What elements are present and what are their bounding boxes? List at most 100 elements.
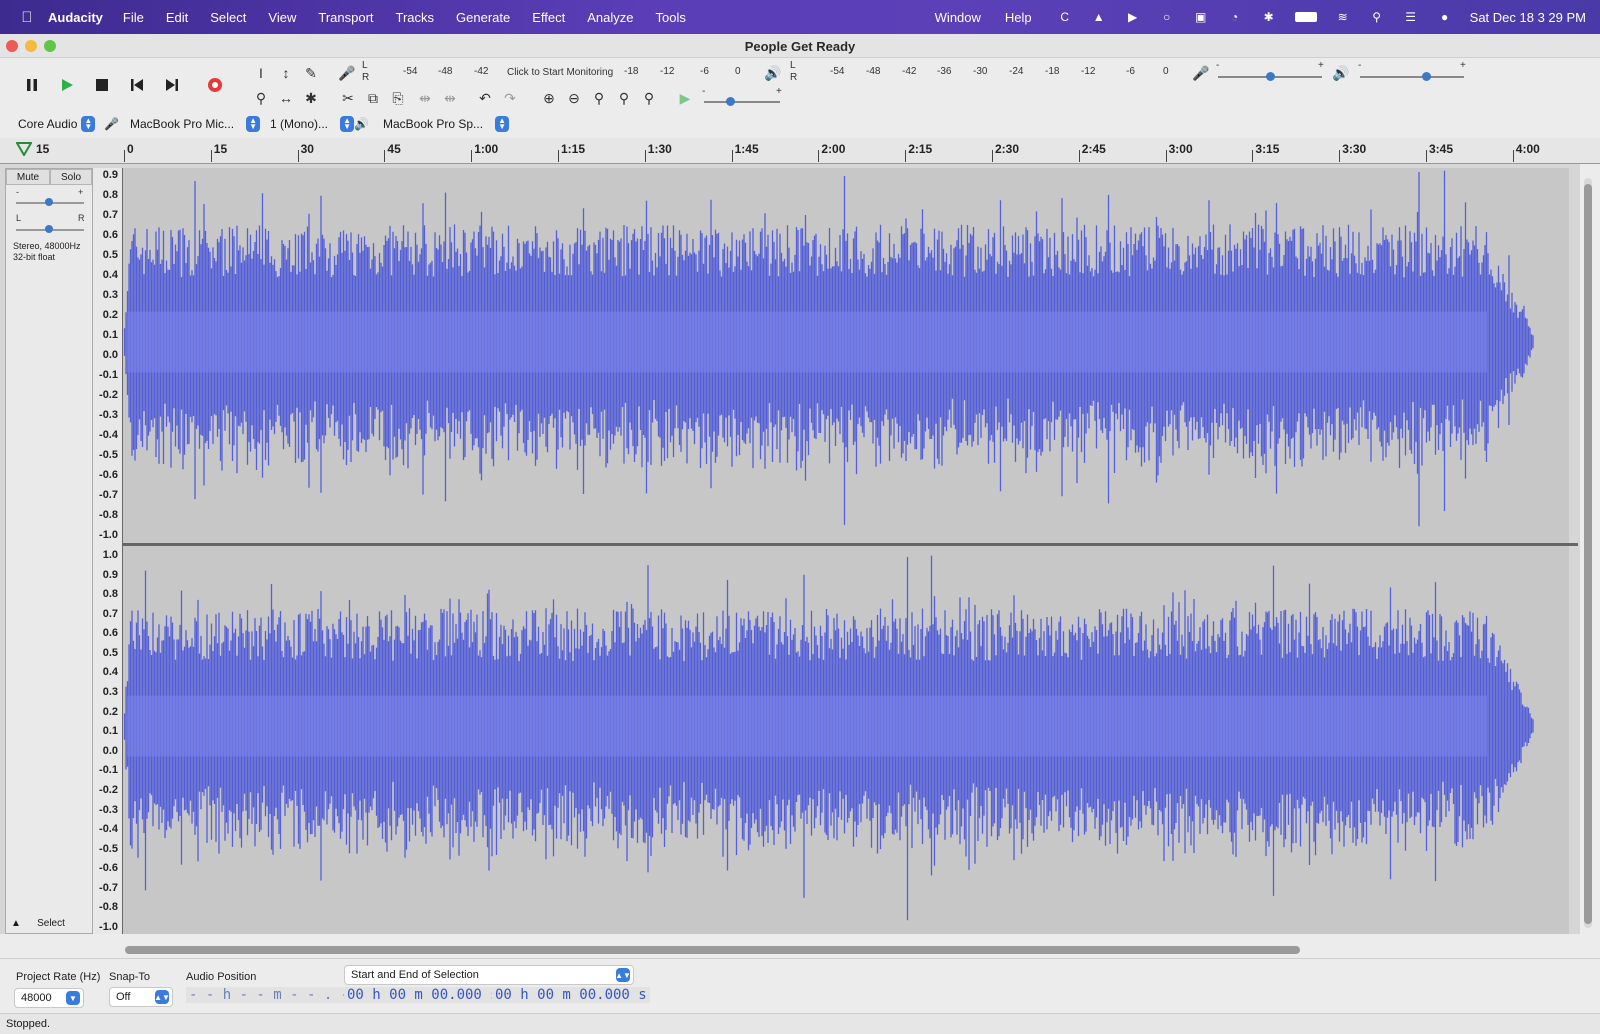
snap-to-select[interactable]: Off ▲▼ <box>109 987 173 1007</box>
play-button[interactable] <box>51 69 83 101</box>
selection-start-timecode[interactable]: 00 h 00 m 00.000 s <box>344 987 502 1003</box>
playback-volume-slider[interactable] <box>1360 76 1464 78</box>
collapse-track-icon[interactable]: ▲ <box>6 915 26 931</box>
search-icon[interactable]: ⚲ <box>1368 10 1386 24</box>
stop-button[interactable] <box>86 69 118 101</box>
timeline-ruler[interactable]: 15 0 15 30 45 1:00 1:15 1:30 1:45 2:00 2:15 2:30 2:… <box>0 138 1600 164</box>
menu-tracks[interactable]: Tracks <box>396 10 435 25</box>
gain-thumb[interactable] <box>45 198 53 206</box>
menu-analyze[interactable]: Analyze <box>587 10 633 25</box>
envelope-tool-icon[interactable]: ↕ <box>275 62 297 84</box>
record-button[interactable] <box>199 69 231 101</box>
record-meter-monitor-prompt[interactable]: Click to Start Monitoring <box>507 67 613 78</box>
menu-edit[interactable]: Edit <box>166 10 188 25</box>
c-app-icon[interactable]: C <box>1056 10 1074 24</box>
play-speed-thumb[interactable] <box>726 97 735 106</box>
control-center-icon[interactable]: ☰ <box>1402 10 1420 24</box>
skip-to-start-button[interactable] <box>121 69 153 101</box>
siri-icon[interactable]: ● <box>1436 10 1454 24</box>
draw-tool-icon[interactable]: ✎ <box>300 62 322 84</box>
amplitude-tick-label: 0.6 <box>102 627 118 640</box>
mute-button[interactable]: Mute <box>6 169 50 185</box>
playback-volume-thumb[interactable] <box>1422 72 1431 81</box>
menu-transport[interactable]: Transport <box>318 10 373 25</box>
zoom-out-icon[interactable]: ⊖ <box>563 87 585 109</box>
recording-volume-thumb[interactable] <box>1266 72 1275 81</box>
pan-thumb[interactable] <box>45 225 53 233</box>
selection-mode-select[interactable]: Start and End of Selection ▲▼ <box>344 965 634 985</box>
menu-select[interactable]: Select <box>210 10 246 25</box>
track-control-panel[interactable]: Mute Solo - + L R Stereo, 48000Hz 32-bit… <box>5 168 93 934</box>
menu-app-name[interactable]: Audacity <box>48 10 103 25</box>
menu-window[interactable]: Window <box>935 10 981 25</box>
fit-project-icon[interactable]: ⚲ <box>613 87 635 109</box>
fit-selection-icon[interactable]: ⚲ <box>588 87 610 109</box>
menu-bar:  Audacity File Edit Select View Transpo… <box>0 0 1600 34</box>
zoom-toggle-icon[interactable]: ⚲ <box>638 87 660 109</box>
undo-icon[interactable]: ↶ <box>474 87 496 109</box>
ruler-tick-mark <box>1426 150 1427 162</box>
play-meter-tick: -12 <box>1081 66 1096 77</box>
ruler-tick-mark <box>297 150 299 162</box>
globe-icon[interactable]: ○ <box>1158 10 1176 24</box>
bluetooth-icon[interactable]: ✱ <box>1260 10 1278 24</box>
amplitude-tick-label: -0.2 <box>99 389 118 401</box>
ruler-tick-mark <box>905 150 907 162</box>
ruler-tick-mark <box>644 150 646 162</box>
record-meter-tick: 0 <box>735 66 741 77</box>
horizontal-scroll-thumb[interactable] <box>125 946 1300 954</box>
amplitude-tick-label: -0.7 <box>99 881 118 894</box>
input-device-select[interactable]: MacBook Pro Mic... ▲ ▼ <box>130 115 261 133</box>
selection-tool-icon[interactable]: I <box>250 62 272 84</box>
redo-icon[interactable]: ↷ <box>499 87 521 109</box>
playhead-pin-icon[interactable] <box>16 142 32 156</box>
battery-icon[interactable] <box>1294 10 1318 24</box>
play-speed-slider[interactable] <box>704 101 780 103</box>
copy-icon[interactable]: ⧉ <box>362 87 384 109</box>
input-channels-select[interactable]: 1 (Mono)... ▲ ▼ <box>270 115 355 133</box>
selection-end-timecode[interactable]: 00 h 00 m 00.000 s <box>492 987 650 1003</box>
apple-icon[interactable]:  <box>16 9 38 26</box>
record-meter-right-label: R <box>362 72 370 83</box>
notification-icon[interactable]: ▲ <box>1090 10 1108 24</box>
vertical-scroll-thumb[interactable] <box>1584 184 1592 924</box>
vertical-scrollbar[interactable] <box>1584 178 1592 928</box>
menu-generate[interactable]: Generate <box>456 10 510 25</box>
paste-icon[interactable]: ⎘ <box>387 87 409 109</box>
time-shift-tool-icon[interactable]: ↔ <box>275 87 297 109</box>
window-title-bar: People Get Ready <box>0 34 1600 58</box>
multi-tool-icon[interactable]: ✱ <box>300 87 322 109</box>
menu-help[interactable]: Help <box>1005 10 1032 25</box>
skip-to-end-button[interactable] <box>156 69 188 101</box>
menu-clock[interactable]: Sat Dec 18 3 29 PM <box>1470 10 1586 25</box>
time-machine-icon[interactable]: ◔ <box>1226 10 1244 24</box>
ruler-tick-mark <box>384 150 386 162</box>
cut-icon[interactable]: ✂ <box>337 87 359 109</box>
menu-view[interactable]: View <box>268 10 296 25</box>
ruler-tick-mark <box>210 150 212 162</box>
menu-effect[interactable]: Effect <box>532 10 565 25</box>
solo-button[interactable]: Solo <box>50 169 92 185</box>
pause-button[interactable] <box>16 69 48 101</box>
waveform-channel <box>123 170 1534 527</box>
screens-icon[interactable]: ▣ <box>1192 10 1210 24</box>
amplitude-tick-label: -0.1 <box>99 764 118 777</box>
play-at-speed-icon[interactable]: ▶ <box>674 87 696 109</box>
play-circle-icon[interactable]: ▶ <box>1124 10 1142 24</box>
waveform-area[interactable] <box>123 168 1569 934</box>
zoom-in-icon[interactable]: ⊕ <box>538 87 560 109</box>
trim-audio-icon[interactable]: ⇹ <box>414 87 436 109</box>
zoom-tool-icon[interactable]: ⚲ <box>250 87 272 109</box>
project-rate-select[interactable]: 48000 ▼ <box>14 988 84 1008</box>
track-format-info: Stereo, 48000Hz 32-bit float <box>13 241 81 263</box>
select-track-button[interactable]: Select <box>28 915 74 931</box>
menu-tools[interactable]: Tools <box>656 10 686 25</box>
record-meter-mic-icon[interactable]: 🎤 <box>336 62 358 84</box>
wifi-icon[interactable]: ≋ <box>1334 10 1352 24</box>
play-meter-speaker-icon[interactable]: 🔊 <box>762 62 784 84</box>
silence-audio-icon[interactable]: ⇹ <box>439 87 461 109</box>
audio-host-select[interactable]: Core Audio ▲ ▼ <box>18 115 96 133</box>
play-meter-tick: -18 <box>1045 66 1060 77</box>
menu-file[interactable]: File <box>123 10 144 25</box>
output-device-select[interactable]: MacBook Pro Sp... ▲ ▼ <box>383 115 510 133</box>
